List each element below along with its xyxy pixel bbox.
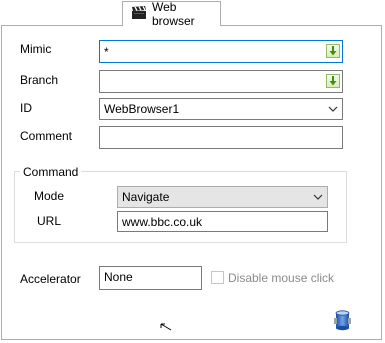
url-field[interactable]: www.bbc.co.uk <box>117 211 328 232</box>
accelerator-value: None <box>104 270 133 284</box>
mode-value: Navigate <box>122 190 170 204</box>
database-icon[interactable] <box>332 309 354 334</box>
chevron-down-icon <box>313 194 323 200</box>
accelerator-label: Accelerator <box>20 272 81 286</box>
id-combobox[interactable]: WebBrowser1 <box>99 98 343 120</box>
branch-pick-button[interactable] <box>326 74 340 88</box>
mimic-field[interactable]: * <box>99 40 343 63</box>
disable-mouse-click-checkbox[interactable] <box>211 271 224 284</box>
branch-field[interactable] <box>99 70 343 93</box>
mode-label: Mode <box>34 189 65 203</box>
command-group-title: Command <box>20 165 82 179</box>
green-down-arrow-icon <box>329 76 337 86</box>
disable-mouse-click-label: Disable mouse click <box>228 271 335 285</box>
accelerator-field[interactable]: None <box>99 266 202 290</box>
mimic-pick-button[interactable] <box>326 44 340 58</box>
url-value: www.bbc.co.uk <box>122 214 203 229</box>
url-label: URL <box>37 214 62 228</box>
mimic-label: Mimic <box>20 42 52 56</box>
id-value: WebBrowser1 <box>104 102 180 116</box>
mode-combobox[interactable]: Navigate <box>117 186 328 208</box>
id-label: ID <box>20 101 32 115</box>
green-down-arrow-icon <box>329 46 337 56</box>
chevron-down-icon <box>328 106 338 112</box>
tab-web-browser[interactable]: Web browser <box>122 0 221 28</box>
comment-field[interactable] <box>99 126 343 149</box>
mimic-value: * <box>104 44 109 59</box>
cursor-icon <box>160 320 172 334</box>
comment-label: Comment <box>20 129 73 143</box>
branch-label: Branch <box>20 73 59 87</box>
clapperboard-icon <box>131 5 147 23</box>
tab-label: Web browser <box>152 0 195 28</box>
